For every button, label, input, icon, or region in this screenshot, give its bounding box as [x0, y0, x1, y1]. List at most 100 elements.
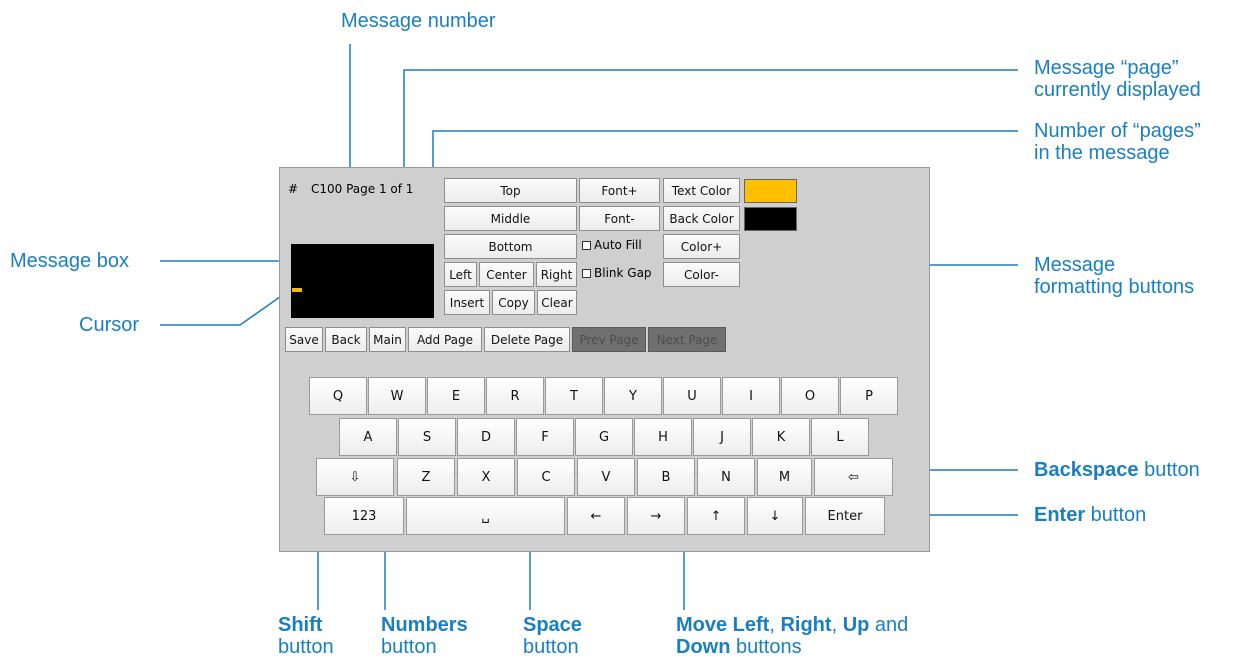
key-e[interactable]: E [427, 377, 485, 415]
annotation-enter-bold: Enter [1034, 504, 1086, 526]
key-n[interactable]: N [697, 458, 755, 496]
annotation-space-bold: Space [523, 614, 582, 636]
annotation-move-sep3: and [869, 614, 909, 636]
back-color-button[interactable]: Back Color [663, 206, 740, 231]
back-color-swatch[interactable] [744, 207, 797, 231]
blink-gap-checkbox[interactable]: Blink Gap [582, 266, 652, 280]
key-v[interactable]: V [577, 458, 635, 496]
annotation-page-displayed: Message “page” currently displayed [1034, 57, 1201, 101]
annotation-pages-count-line2: in the message [1034, 142, 1170, 164]
annotation-numbers-rest: button [381, 636, 437, 658]
annotation-space-rest: button [523, 636, 579, 658]
key-left-arrow[interactable]: ← [567, 497, 625, 535]
auto-fill-checkbox[interactable]: Auto Fill [582, 238, 642, 252]
key-enter[interactable]: Enter [805, 497, 885, 535]
key-d[interactable]: D [457, 418, 515, 456]
annotation-numbers-bold: Numbers [381, 614, 468, 636]
align-center-button[interactable]: Center [479, 262, 534, 287]
annotation-backspace-rest: button [1138, 459, 1200, 481]
blink-gap-label: Blink Gap [594, 266, 652, 280]
annotation-shift-rest: button [278, 636, 334, 658]
key-shift[interactable]: ⇩ [316, 458, 394, 496]
blink-gap-checkbox-box[interactable] [582, 268, 591, 278]
annotation-page-displayed-line2: currently displayed [1034, 79, 1201, 101]
key-down-arrow[interactable]: ↓ [747, 497, 803, 535]
annotation-numbers: Numbers button [381, 614, 468, 658]
key-right-arrow[interactable]: → [627, 497, 685, 535]
add-page-button[interactable]: Add Page [408, 327, 482, 352]
color-minus-button[interactable]: Color- [663, 262, 740, 287]
back-button[interactable]: Back [325, 327, 367, 352]
key-k[interactable]: K [752, 418, 810, 456]
color-plus-button[interactable]: Color+ [663, 234, 740, 259]
key-f[interactable]: F [516, 418, 574, 456]
font-minus-button[interactable]: Font- [579, 206, 660, 231]
auto-fill-checkbox-box[interactable] [582, 240, 591, 250]
key-h[interactable]: H [634, 418, 692, 456]
annotation-move-bold4: Down [676, 636, 731, 658]
annotation-formatting-line1: Message [1034, 254, 1116, 276]
key-s[interactable]: S [398, 418, 456, 456]
annotation-enter-rest: button [1085, 504, 1147, 526]
key-p[interactable]: P [840, 377, 898, 415]
annotation-enter: Enter button [1034, 504, 1146, 526]
annotation-pages-count-line1: Number of “pages” [1034, 120, 1201, 142]
key-r[interactable]: R [486, 377, 544, 415]
annotation-backspace-bold: Backspace [1034, 459, 1139, 481]
font-plus-button[interactable]: Font+ [579, 178, 660, 203]
align-right-button[interactable]: Right [536, 262, 577, 287]
key-x[interactable]: X [457, 458, 515, 496]
key-l[interactable]: L [811, 418, 869, 456]
key-t[interactable]: T [545, 377, 603, 415]
key-w[interactable]: W [368, 377, 426, 415]
key-m[interactable]: M [757, 458, 812, 496]
key-z[interactable]: Z [397, 458, 455, 496]
key-up-arrow[interactable]: ↑ [687, 497, 745, 535]
key-j[interactable]: J [693, 418, 751, 456]
copy-button[interactable]: Copy [492, 290, 535, 315]
key-g[interactable]: G [575, 418, 633, 456]
message-box[interactable] [291, 244, 434, 318]
text-color-button[interactable]: Text Color [663, 178, 740, 203]
message-editor-screen: # C100 Page 1 of 1 Top Middle Bottom Lef… [279, 167, 930, 552]
clear-button[interactable]: Clear [537, 290, 577, 315]
align-middle-button[interactable]: Middle [444, 206, 577, 231]
align-top-button[interactable]: Top [444, 178, 577, 203]
save-button[interactable]: Save [285, 327, 323, 352]
key-c[interactable]: C [517, 458, 575, 496]
prev-page-button[interactable]: Prev Page [572, 327, 646, 352]
annotation-move-bold2: Right [780, 614, 832, 636]
annotation-shift-bold: Shift [278, 614, 323, 636]
key-backspace[interactable]: ⇦ [814, 458, 893, 496]
annotation-formatting-buttons: Message formatting buttons [1034, 254, 1194, 298]
hash-label: # [288, 182, 299, 196]
annotation-space: Space button [523, 614, 582, 658]
key-u[interactable]: U [663, 377, 721, 415]
main-button[interactable]: Main [369, 327, 406, 352]
annotation-cursor: Cursor [79, 314, 140, 336]
annotation-move-sep1: , [769, 614, 781, 636]
key-o[interactable]: O [781, 377, 839, 415]
annotation-move-rest: buttons [730, 636, 802, 658]
annotation-move-bold3: Up [842, 614, 870, 636]
delete-page-button[interactable]: Delete Page [484, 327, 570, 352]
insert-button[interactable]: Insert [444, 290, 490, 315]
page-status-label: C100 Page 1 of 1 [311, 182, 414, 196]
key-i[interactable]: I [722, 377, 780, 415]
next-page-button[interactable]: Next Page [648, 327, 726, 352]
annotation-pages-count: Number of “pages” in the message [1034, 120, 1201, 164]
key-a[interactable]: A [339, 418, 397, 456]
key-y[interactable]: Y [604, 377, 662, 415]
auto-fill-label: Auto Fill [594, 238, 642, 252]
annotation-move-bold1: Move Left [676, 614, 770, 636]
align-bottom-button[interactable]: Bottom [444, 234, 577, 259]
key-b[interactable]: B [637, 458, 695, 496]
annotation-message-number: Message number [341, 10, 496, 32]
key-space[interactable]: ␣ [406, 497, 565, 535]
key-q[interactable]: Q [309, 377, 367, 415]
align-left-button[interactable]: Left [444, 262, 477, 287]
annotation-move-sep2: , [831, 614, 843, 636]
annotation-move-buttons: Move Left, Right, Up and Down buttons [676, 614, 908, 658]
key-numbers[interactable]: 123 [324, 497, 404, 535]
text-color-swatch[interactable] [744, 179, 797, 203]
